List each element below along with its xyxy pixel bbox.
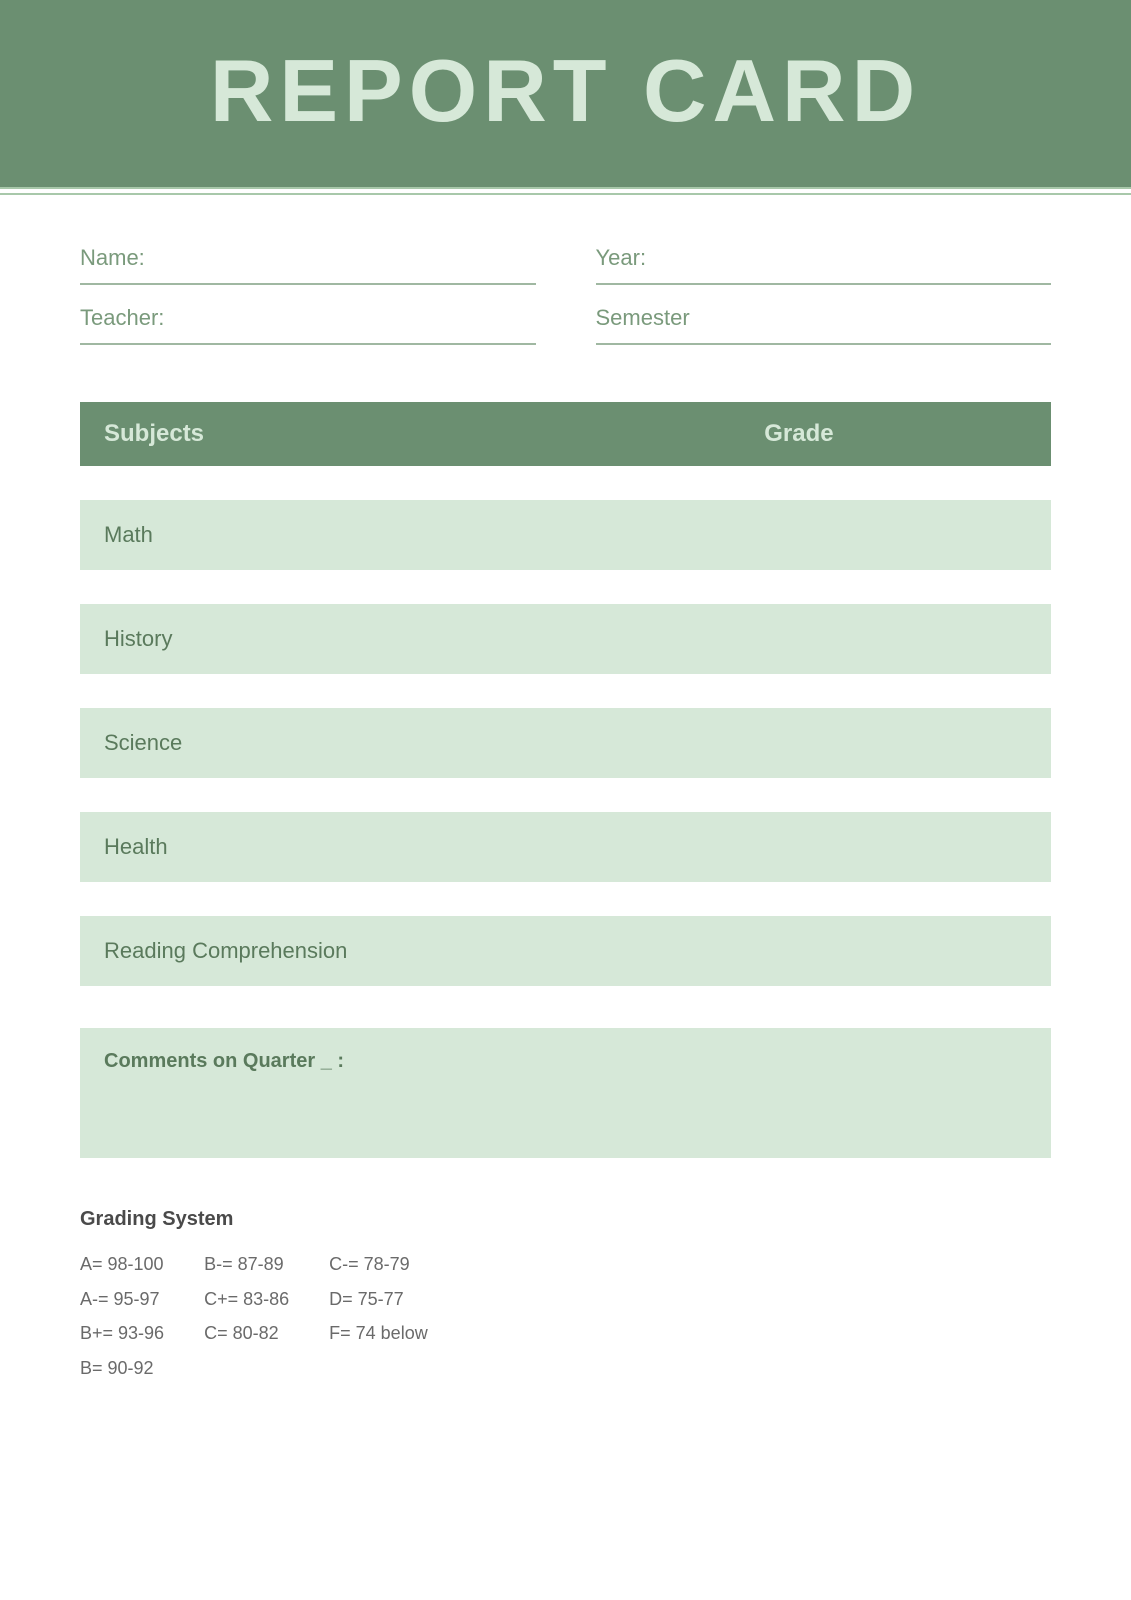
grading-grid: A= 98-100 A-= 95-97B+= 93-96 B= 90-92 B-= … bbox=[80, 1249, 1051, 1383]
table-row: Science bbox=[80, 708, 1051, 778]
table-spacer bbox=[80, 790, 1051, 800]
grade-cell bbox=[740, 708, 1051, 778]
grade-cell bbox=[740, 500, 1051, 570]
subject-cell: History bbox=[80, 604, 740, 674]
name-underline bbox=[80, 275, 536, 285]
grading-item: B-= 87-89 bbox=[204, 1249, 289, 1280]
subject-cell: Health bbox=[80, 812, 740, 882]
grading-col-1: A= 98-100 A-= 95-97B+= 93-96 B= 90-92 bbox=[80, 1249, 164, 1383]
table-row: History bbox=[80, 604, 1051, 674]
grading-col-2: B-= 87-89 C+= 83-86C= 80-82 bbox=[204, 1249, 289, 1383]
subject-cell: Math bbox=[80, 500, 740, 570]
grades-table: Subjects Grade Math History Science Health R… bbox=[80, 390, 1051, 998]
divider-line-1 bbox=[0, 187, 1131, 189]
table-spacer bbox=[80, 478, 1051, 488]
year-underline bbox=[596, 275, 1052, 285]
subject-cell: Science bbox=[80, 708, 740, 778]
divider bbox=[0, 187, 1131, 195]
grading-item: B+= 93-96 bbox=[80, 1318, 164, 1349]
grading-item: C+= 83-86 bbox=[204, 1284, 289, 1315]
grading-item: C-= 78-79 bbox=[329, 1249, 428, 1280]
name-label: Name: bbox=[80, 245, 536, 271]
grading-item: F= 74 below bbox=[329, 1318, 428, 1349]
table-header-row: Subjects Grade bbox=[80, 402, 1051, 466]
divider-line-2 bbox=[0, 193, 1131, 195]
subjects-column-header: Subjects bbox=[80, 402, 740, 466]
comments-section: Comments on Quarter _ : bbox=[80, 1028, 1051, 1158]
table-row: Health bbox=[80, 812, 1051, 882]
name-field: Name: bbox=[80, 245, 536, 285]
grading-item: B= 90-92 bbox=[80, 1353, 164, 1384]
year-label: Year: bbox=[596, 245, 1052, 271]
grade-cell bbox=[740, 812, 1051, 882]
table-spacer bbox=[80, 686, 1051, 696]
table-spacer bbox=[80, 582, 1051, 592]
grading-item: A= 98-100 bbox=[80, 1249, 164, 1280]
table-row: Math bbox=[80, 500, 1051, 570]
info-row-1: Name: Year: bbox=[80, 245, 1051, 285]
grading-item: C= 80-82 bbox=[204, 1318, 289, 1349]
grading-title: Grading System bbox=[80, 1208, 1051, 1231]
table-spacer bbox=[80, 894, 1051, 904]
year-field: Year: bbox=[596, 245, 1052, 285]
grade-column-header: Grade bbox=[740, 402, 1051, 466]
grading-system: Grading System A= 98-100 A-= 95-97B+= 93-… bbox=[80, 1208, 1051, 1383]
subject-cell: Reading Comprehension bbox=[80, 916, 740, 986]
teacher-field: Teacher: bbox=[80, 305, 536, 345]
grade-cell bbox=[740, 604, 1051, 674]
grade-cell bbox=[740, 916, 1051, 986]
semester-field: Semester bbox=[596, 305, 1052, 345]
teacher-label: Teacher: bbox=[80, 305, 536, 331]
info-section: Name: Year: Teacher: Semester bbox=[80, 245, 1051, 345]
teacher-underline bbox=[80, 335, 536, 345]
semester-underline bbox=[596, 335, 1052, 345]
info-row-2: Teacher: Semester bbox=[80, 305, 1051, 345]
page-title: REPORT CARD bbox=[60, 40, 1071, 142]
table-row: Reading Comprehension bbox=[80, 916, 1051, 986]
grading-item: D= 75-77 bbox=[329, 1284, 428, 1315]
main-content: Name: Year: Teacher: Semester Subjects bbox=[0, 195, 1131, 1433]
header-section: REPORT CARD bbox=[0, 0, 1131, 187]
comments-label: Comments on Quarter _ : bbox=[104, 1050, 1027, 1073]
semester-label: Semester bbox=[596, 305, 1052, 331]
grading-col-3: C-= 78-79 D= 75-77F= 74 below bbox=[329, 1249, 428, 1383]
grading-item: A-= 95-97 bbox=[80, 1284, 164, 1315]
